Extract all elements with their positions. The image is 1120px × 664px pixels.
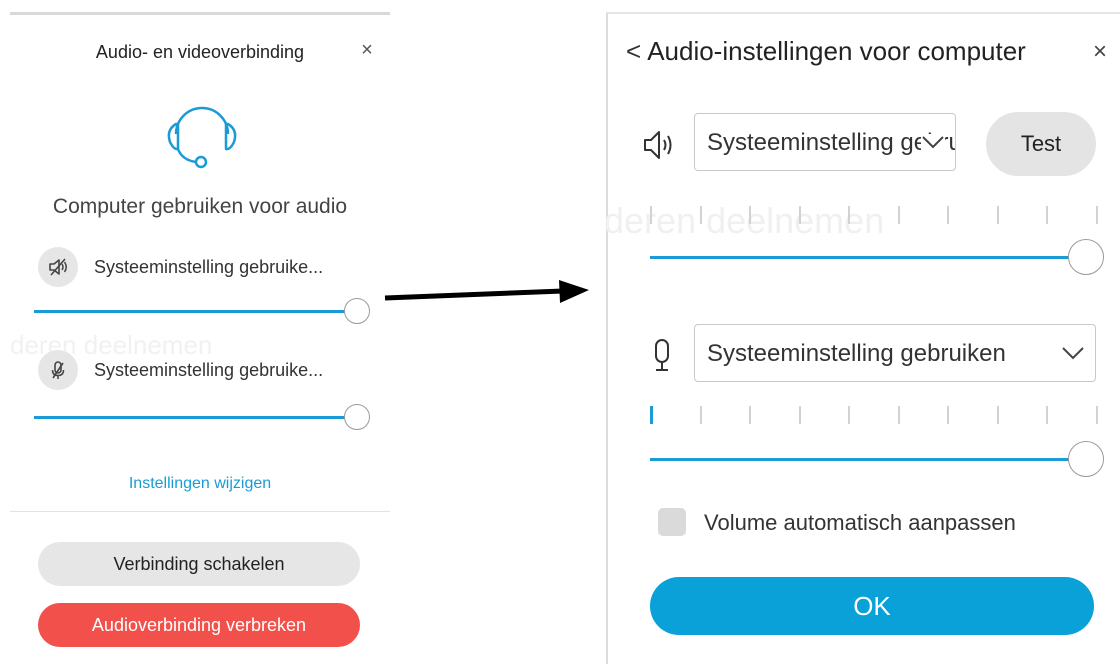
microphone-muted-icon[interactable]	[38, 350, 78, 390]
speaker-muted-icon[interactable]	[38, 247, 78, 287]
auto-adjust-volume-label: Volume automatisch aanpassen	[704, 510, 1016, 535]
speaker-device-row[interactable]: Systeeminstelling gebruike...	[38, 247, 378, 287]
level-tick	[1046, 406, 1048, 424]
microphone-icon	[655, 339, 669, 371]
panel-header: < Audio-instellingen voor computer	[626, 36, 1026, 67]
level-tick	[1046, 206, 1048, 224]
speaker-device-label: Systeeminstelling gebruike...	[94, 257, 324, 277]
audio-video-connection-panel: Audio- en videoverbinding × Computer geb…	[10, 12, 390, 664]
close-icon[interactable]: ×	[355, 38, 379, 62]
level-tick	[650, 406, 653, 424]
back-icon[interactable]: <	[626, 36, 641, 66]
slider-knob[interactable]	[1068, 441, 1104, 477]
level-tick	[848, 406, 850, 424]
level-tick	[650, 206, 652, 224]
headset-icon	[167, 106, 237, 169]
panel-title: Audio- en videoverbinding	[95, 42, 305, 62]
microphone-volume-slider[interactable]	[34, 404, 370, 432]
speaker-device-select[interactable]: Systeeminstelling gebruiken	[694, 113, 956, 171]
speaker-level-meter	[650, 206, 1100, 228]
level-tick	[799, 406, 801, 424]
level-tick	[947, 206, 949, 224]
microphone-level-meter	[650, 406, 1100, 428]
panel-top-border	[10, 12, 390, 15]
ok-button[interactable]: OK	[650, 577, 1094, 635]
chevron-down-icon	[921, 134, 945, 150]
level-tick	[848, 206, 850, 224]
slider-track	[34, 416, 346, 419]
level-tick	[997, 206, 999, 224]
speaker-device-value: Systeeminstelling gebruiken	[707, 129, 955, 156]
microphone-device-value: Systeeminstelling gebruiken	[707, 340, 1006, 367]
disconnect-audio-button[interactable]: Audioverbinding verbreken	[38, 603, 360, 647]
level-tick	[997, 406, 999, 424]
divider	[10, 511, 390, 512]
computer-audio-settings-panel: < Audio-instellingen voor computer × Syst…	[604, 12, 1120, 664]
speaker-volume-slider[interactable]	[650, 239, 1104, 275]
level-tick	[700, 406, 702, 424]
microphone-device-row[interactable]: Systeeminstelling gebruike...	[38, 350, 378, 390]
close-icon[interactable]: ×	[1086, 38, 1114, 66]
level-tick	[947, 406, 949, 424]
level-tick	[749, 406, 751, 424]
level-tick	[799, 206, 801, 224]
slider-track	[650, 458, 1070, 461]
chevron-down-icon	[1061, 345, 1085, 361]
speaker-volume-slider[interactable]	[34, 298, 370, 326]
microphone-device-label: Systeeminstelling gebruike...	[94, 360, 324, 380]
audio-caption: Computer gebruiken voor audio	[52, 195, 348, 218]
arrow-right-icon	[384, 280, 589, 303]
slider-knob[interactable]	[344, 298, 370, 324]
test-speaker-button[interactable]: Test	[986, 112, 1096, 176]
level-tick	[749, 206, 751, 224]
level-tick	[700, 206, 702, 224]
microphone-device-select[interactable]: Systeeminstelling gebruiken	[694, 324, 1096, 382]
slider-track	[34, 310, 346, 313]
change-settings-link[interactable]: Instellingen wijzigen	[10, 475, 390, 493]
level-tick	[1096, 206, 1098, 224]
auto-adjust-volume-checkbox[interactable]	[658, 508, 686, 536]
slider-track	[650, 256, 1070, 259]
level-tick	[898, 406, 900, 424]
slider-knob[interactable]	[344, 404, 370, 430]
slider-knob[interactable]	[1068, 239, 1104, 275]
level-tick	[898, 206, 900, 224]
level-tick	[1096, 406, 1098, 424]
switch-connection-button[interactable]: Verbinding schakelen	[38, 542, 360, 586]
panel-title: Audio-instellingen voor computer	[647, 36, 1026, 66]
speaker-icon	[644, 131, 672, 159]
microphone-volume-slider[interactable]	[650, 441, 1104, 477]
